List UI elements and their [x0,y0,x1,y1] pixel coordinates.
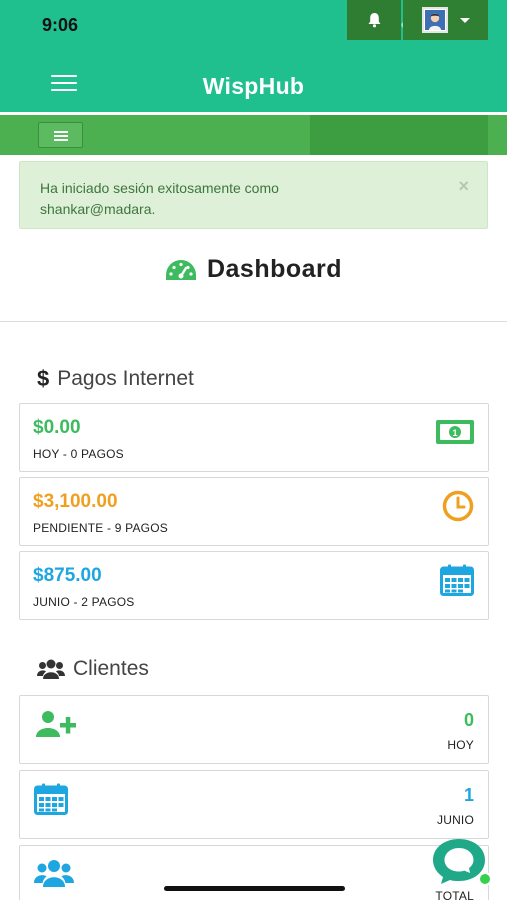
clientes-card-junio[interactable]: 1 JUNIO [19,770,489,839]
money-icon: 1 [436,420,474,444]
divider [0,321,507,322]
payment-label: HOY - 0 PAGOS [33,447,124,461]
users-icon [37,659,65,679]
payment-label: PENDIENTE - 9 PAGOS [33,521,168,535]
pagos-section-header: $ Pagos Internet [37,366,194,392]
clientes-card-total[interactable]: TOTAL [19,845,489,900]
pagos-card-junio[interactable]: $875.00 JUNIO - 2 PAGOS [19,551,489,620]
payment-amount: $3,100.00 [33,491,118,512]
users-icon [34,860,74,887]
client-count: 1 [463,785,474,805]
chevron-down-icon [459,17,470,23]
payment-amount: $875.00 [33,565,102,586]
alert-message-line1: Ha iniciado sesión exitosamente como [40,180,279,196]
tachometer-icon [165,259,196,280]
user-plus-icon [36,711,76,737]
success-alert: Ha iniciado sesión exitosamente como sha… [19,161,488,229]
alert-message: Ha iniciado sesión exitosamente como sha… [40,178,420,220]
close-icon[interactable]: × [458,176,469,197]
navbar-right-area [310,115,488,155]
payment-label: JUNIO - 2 PAGOS [33,595,135,609]
client-count-label: HOY [447,738,474,752]
pagos-section-title: Pagos Internet [57,367,194,390]
user-avatar-icon [424,10,445,30]
user-menu-button[interactable] [403,0,488,40]
avatar [421,7,448,33]
pagos-card-hoy[interactable]: $0.00 HOY - 0 PAGOS 1 [19,403,489,472]
clientes-section-title: Clientes [73,657,149,680]
bell-icon [368,13,380,28]
dashboard-header: Dashboard [0,255,507,284]
notifications-button[interactable] [347,0,401,40]
client-count-label: JUNIO [437,813,474,827]
svg-text:1: 1 [452,428,457,438]
status-time: 9:06 [42,15,79,35]
dollar-icon: $ [37,366,50,391]
clientes-card-hoy[interactable]: 0 HOY [19,695,489,764]
clock-icon [442,490,474,522]
client-count: 0 [463,710,474,730]
calendar-icon [34,783,68,815]
alert-message-line2: shankar@madara. [40,201,156,217]
app-title: WispHub [202,73,305,99]
page-title: Dashboard [206,255,343,283]
clientes-section-header: Clientes [37,657,149,681]
client-count-label: TOTAL [435,889,474,900]
home-indicator [164,886,345,891]
navbar-toggle-button[interactable] [38,122,83,148]
payment-amount: $0.00 [33,417,81,438]
online-status-dot [478,872,492,886]
secondary-navbar [0,115,507,155]
calendar-icon [440,564,474,596]
pagos-card-pendiente[interactable]: $3,100.00 PENDIENTE - 9 PAGOS [19,477,489,546]
